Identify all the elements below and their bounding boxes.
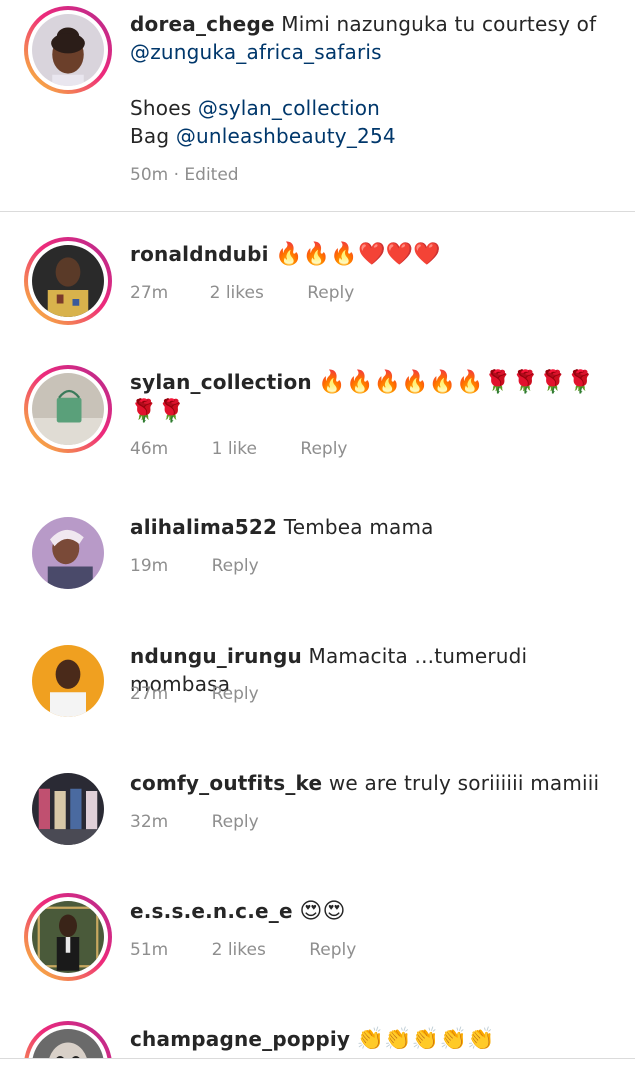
comment-meta: 19m Reply <box>130 554 259 578</box>
reply-button[interactable]: Reply <box>309 938 356 962</box>
timestamp: 51m <box>130 940 169 960</box>
comment-meta: 32m Reply <box>130 810 259 834</box>
timestamp: 50m <box>130 165 169 185</box>
reply-button[interactable]: Reply <box>212 810 259 834</box>
mention-link[interactable]: @sylan_collection <box>198 96 380 120</box>
comment-body: 😍😍 <box>299 899 346 924</box>
avatar[interactable] <box>24 637 112 725</box>
caption-avatar[interactable] <box>24 6 112 94</box>
comment-body: we are truly soriiiiii mamiii <box>328 771 600 795</box>
avatar[interactable] <box>24 365 112 453</box>
shoes-label: Shoes <box>130 96 192 120</box>
caption-text: dorea_chege Mimi nazunguka tu courtesy o… <box>130 10 610 150</box>
avatar[interactable] <box>24 765 112 853</box>
comment-username[interactable]: ronaldndubi <box>130 242 269 266</box>
comment-body: 👏👏👏👏👏 <box>356 1027 495 1052</box>
timestamp: 32m <box>130 812 169 832</box>
likes-count[interactable]: 2 likes <box>210 281 264 305</box>
bag-label: Bag <box>130 124 170 148</box>
caption-body: Mimi nazunguka tu courtesy of <box>281 12 597 36</box>
mention-link[interactable]: @zunguka_africa_safaris <box>130 40 382 64</box>
timestamp: 19m <box>130 556 169 576</box>
avatar[interactable] <box>24 509 112 597</box>
comment-text: e.s.s.e.n.c.e_e 😍😍 <box>130 897 610 926</box>
mention-link[interactable]: @unleashbeauty_254 <box>176 124 396 148</box>
divider <box>0 1058 635 1059</box>
timestamp: 27m <box>130 684 169 704</box>
timestamp: 46m <box>130 439 169 459</box>
avatar[interactable] <box>24 237 112 325</box>
comment-username[interactable]: comfy_outfits_ke <box>130 771 322 795</box>
reply-button[interactable]: Reply <box>212 682 259 706</box>
reply-button[interactable]: Reply <box>307 281 354 305</box>
comment-text: alihalima522 Tembea mama <box>130 513 610 541</box>
avatar[interactable] <box>24 1021 112 1058</box>
edited-label: · Edited <box>173 165 239 185</box>
comment-text: sylan_collection 🔥🔥🔥🔥🔥🔥🌹🌹🌹🌹 🌹🌹 <box>130 368 610 426</box>
comment-text: comfy_outfits_ke we are truly soriiiiii … <box>130 769 610 797</box>
comment-username[interactable]: alihalima522 <box>130 515 277 539</box>
comment-body: 🔥🔥🔥🔥🔥🔥🌹🌹🌹🌹 <box>318 370 595 395</box>
avatar[interactable] <box>24 893 112 981</box>
caption-meta: 50m · Edited <box>130 163 239 187</box>
comment-body: Tembea mama <box>283 515 434 539</box>
caption-username[interactable]: dorea_chege <box>130 12 275 36</box>
comment-body: 🔥🔥🔥❤️❤️❤️ <box>275 242 441 267</box>
reply-button[interactable]: Reply <box>212 554 259 578</box>
comment-meta: 51m 2 likes Reply <box>130 938 356 962</box>
comment-partial: champagne_poppiy 👏👏👏👏👏 <box>0 1015 635 1058</box>
post-caption: dorea_chege Mimi nazunguka tu courtesy o… <box>0 0 635 211</box>
comment-username[interactable]: ndungu_irungu <box>130 644 302 668</box>
timestamp: 27m <box>130 283 169 303</box>
comment-meta: 27m 2 likes Reply <box>130 281 354 305</box>
comment-body-continued: 🌹🌹 <box>130 399 186 424</box>
comment-text: champagne_poppiy 👏👏👏👏👏 <box>130 1025 610 1054</box>
comment-meta: 27m Reply <box>130 682 259 706</box>
comment-meta: 46m 1 like Reply <box>130 437 347 461</box>
likes-count[interactable]: 2 likes <box>212 938 266 962</box>
story-ring <box>24 6 112 94</box>
divider <box>0 211 635 212</box>
reply-button[interactable]: Reply <box>300 437 347 461</box>
comment-text: ronaldndubi 🔥🔥🔥❤️❤️❤️ <box>130 240 610 269</box>
comment-username[interactable]: e.s.s.e.n.c.e_e <box>130 899 293 923</box>
comment-username[interactable]: sylan_collection <box>130 370 312 394</box>
likes-count[interactable]: 1 like <box>212 437 257 461</box>
comment-username[interactable]: champagne_poppiy <box>130 1027 350 1051</box>
